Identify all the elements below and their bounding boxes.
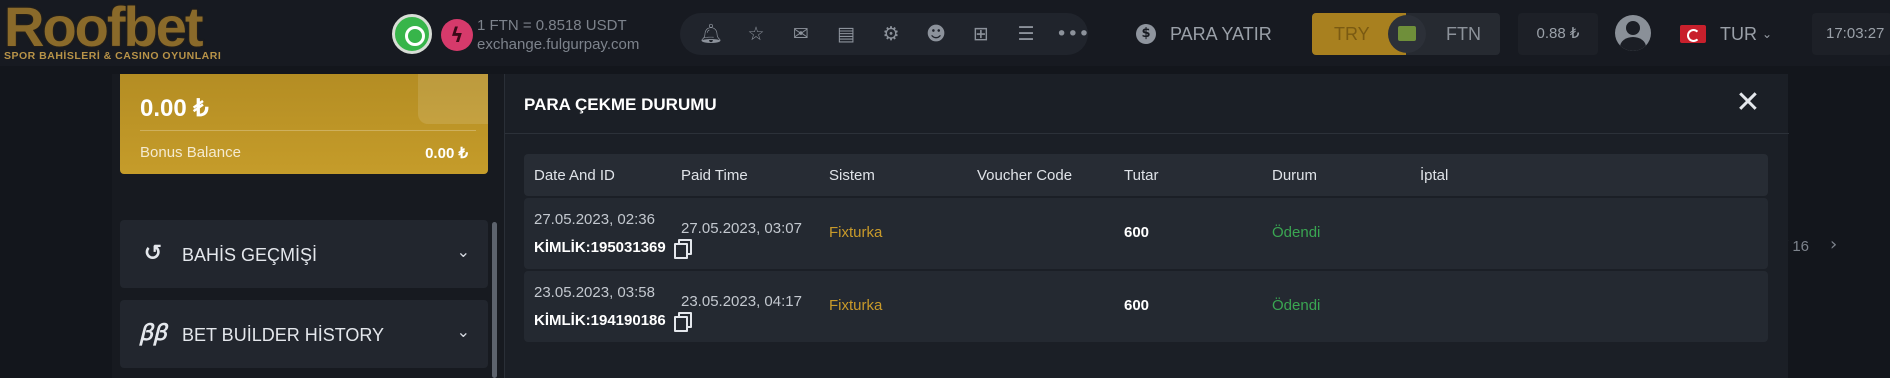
bonus-balance-label: Bonus Balance [140,144,241,161]
column-header-cancel: İptal [1420,167,1449,184]
gift-icon[interactable]: ⊞ [968,21,994,47]
row-system: Fixturka [829,297,883,314]
language-label: TUR [1720,23,1757,44]
main-balance: 0.00 ₺ [140,95,209,122]
modal-title: PARA ÇEKME DURUMU [524,95,717,114]
header-balance[interactable]: 0.88 ₺ [1518,13,1598,55]
row-date: 27.05.2023, 02:36 [534,211,655,228]
row-amount: 600 [1124,224,1150,241]
deposit-button[interactable]: $ PARA YATIR [1136,20,1272,48]
chevron-down-icon: ⌄ [456,322,470,341]
column-header-date-id: Date And ID [534,167,615,184]
row-id: KİMLİK:195031369 [534,239,666,256]
row-system: Fixturka [829,224,883,241]
sidebar-item-bet-history[interactable]: ↺ BAHİS GEÇMİŞİ ⌄ [120,220,488,288]
wallet-icon [1388,15,1426,53]
divider [140,130,476,131]
more-icon[interactable]: ••• [1056,21,1090,47]
turkey-flag-icon [1680,25,1706,43]
modal-header: PARA ÇEKME DURUMU ✕ [505,74,1789,134]
table-row: 23.05.2023, 03:58 KİMLİK:194190186 23.05… [524,271,1768,342]
header-icon-bar: 🔔︎ ☆ ✉ ▤ ⚙ ☻ ⊞ ☰ ••• [680,13,1090,55]
card-decoration [418,74,488,124]
row-status: Ödendi [1272,297,1321,314]
exchange-site-link[interactable]: exchange.fulgurpay.com [477,36,639,53]
whatsapp-icon[interactable] [392,14,432,54]
copy-icon[interactable] [674,312,692,332]
logo-subtitle: SPOR BAHİSLERİ & CASINO OYUNLARI [4,50,222,62]
exchange-rate: 1 FTN = 0.8518 USDT [477,17,627,34]
chevron-right-icon[interactable]: › [1830,234,1837,255]
row-date: 23.05.2023, 03:58 [534,284,655,301]
row-paid-time: 27.05.2023, 03:07 [681,220,802,237]
sidebar-item-label: BAHİS GEÇMİŞİ [182,245,318,265]
currency-ftn[interactable]: FTN [1446,13,1481,55]
support-agent-icon[interactable]: ☻ [923,21,949,47]
gear-icon[interactable]: ⚙ [878,21,904,47]
sidebar-item-bet-builder-history[interactable]: ꞵꞵ BET BUİLDER HİSTORY ⌄ [120,300,488,368]
site-logo[interactable]: Roofbet SPOR BAHİSLERİ & CASINO OYUNLARI [4,0,244,66]
ftn-lightning-icon: ϟ [441,19,473,51]
row-status: Ödendi [1272,224,1321,241]
row-amount: 600 [1124,297,1150,314]
row-paid-time: 23.05.2023, 04:17 [681,293,802,310]
column-header-amount: Tutar [1124,167,1159,184]
user-avatar-icon[interactable] [1615,15,1651,51]
copy-icon[interactable] [674,239,692,259]
withdrawals-table: Date And ID Paid Time Sistem Voucher Cod… [524,154,1768,342]
balance-card: 0.00 ₺ Bonus Balance 0.00 ₺ [120,74,488,174]
language-selector[interactable]: TUR ⌄ [1680,22,1772,46]
bonus-balance-value: 0.00 ₺ [425,145,468,162]
mail-icon[interactable]: ✉ [788,21,814,47]
withdrawal-status-modal: 0.00 ₺ Bonus Balance 0.00 ₺ ↺ BAHİS GEÇM… [112,74,1789,378]
row-id: KİMLİK:194190186 [534,312,666,329]
modal-main: PARA ÇEKME DURUMU ✕ Date And ID Paid Tim… [504,74,1789,378]
bet-builder-icon: ꞵꞵ [139,321,167,346]
close-icon[interactable]: ✕ [1731,86,1765,120]
bell-icon[interactable]: 🔔︎ [698,21,724,47]
sidebar-item-label: BET BUİLDER HİSTORY [182,325,385,345]
column-header-system: Sistem [829,167,875,184]
sidebar-scrollbar[interactable] [492,222,497,378]
currency-toggle[interactable]: TRY FTN [1312,13,1500,55]
chevron-down-icon: ⌄ [456,242,470,261]
document-icon[interactable]: ☰ [1013,21,1039,47]
column-header-paid-time: Paid Time [681,167,748,184]
history-icon: ↺ [143,241,163,266]
ticket-icon[interactable]: ▤ [833,21,859,47]
table-header: Date And ID Paid Time Sistem Voucher Cod… [524,154,1768,196]
star-icon[interactable]: ☆ [743,21,769,47]
column-header-voucher-code: Voucher Code [977,167,1073,184]
dollar-icon: $ [1136,24,1156,44]
deposit-label: PARA YATIR [1170,23,1272,44]
chevron-down-icon: ⌄ [1762,27,1773,41]
table-row: 27.05.2023, 02:36 KİMLİK:195031369 27.05… [524,198,1768,269]
column-header-status: Durum [1272,167,1318,184]
clock: 17:03:27 [1812,13,1890,55]
top-header: Roofbet SPOR BAHİSLERİ & CASINO OYUNLARI… [0,0,1890,66]
account-sidebar: 0.00 ₺ Bonus Balance 0.00 ₺ ↺ BAHİS GEÇM… [112,74,504,378]
